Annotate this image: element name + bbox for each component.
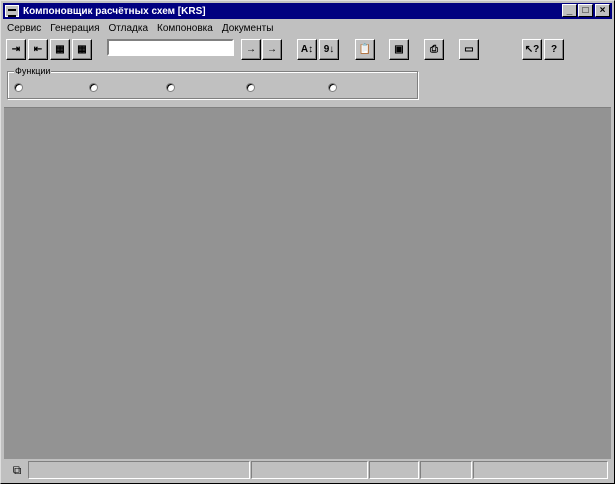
menu-debug[interactable]: Отладка bbox=[105, 23, 154, 34]
search-input[interactable] bbox=[107, 39, 234, 56]
menu-layout[interactable]: Компоновка bbox=[153, 23, 218, 34]
move-up-button[interactable]: → bbox=[262, 39, 282, 60]
toolbar: ⇥ ⇤ ▦ ▦ → → A↕ 9↓ 📋 ▣ ⎙ ▭ ↖? ? bbox=[4, 38, 611, 64]
sort-az-icon: A↕ bbox=[300, 44, 314, 55]
menu-service[interactable]: Сервис bbox=[4, 23, 46, 34]
print-button[interactable]: ⎙ bbox=[424, 39, 444, 60]
move-up-icon: → bbox=[267, 44, 277, 55]
paste-icon: 📋 bbox=[358, 44, 372, 55]
sort-az-button[interactable]: A↕ bbox=[297, 39, 317, 60]
insert-row-icon: ⇥ bbox=[11, 44, 21, 55]
title-bar[interactable]: Компоновщик расчётных схем [KRS] _ □ × bbox=[3, 3, 612, 19]
status-pane-5 bbox=[473, 461, 608, 479]
main-window: Компоновщик расчётных схем [KRS] _ □ × С… bbox=[0, 0, 615, 484]
open-folder-button[interactable]: ▭ bbox=[459, 39, 479, 60]
menu-bar: Сервис Генерация Отладка Компоновка Доку… bbox=[4, 20, 278, 37]
close-button[interactable]: × bbox=[595, 4, 610, 17]
image-icon: ▣ bbox=[394, 44, 404, 55]
open-folder-icon: ▭ bbox=[464, 44, 474, 55]
status-pane-2 bbox=[251, 461, 368, 479]
help-button[interactable]: ? bbox=[544, 39, 564, 60]
table-add-icon: ▦ bbox=[55, 44, 65, 55]
delete-row-button[interactable]: ⇤ bbox=[28, 39, 48, 60]
help-icon: ? bbox=[550, 44, 558, 55]
function-radio-1[interactable] bbox=[14, 83, 23, 92]
caption-buttons: _ □ × bbox=[561, 4, 610, 17]
status-bar: ⧉ bbox=[4, 460, 611, 480]
print-icon: ⎙ bbox=[430, 44, 438, 55]
sort-91-icon: 9↓ bbox=[323, 44, 335, 55]
insert-row-button[interactable]: ⇥ bbox=[6, 39, 26, 60]
book-icon[interactable]: ⧉ bbox=[8, 462, 26, 478]
maximize-button[interactable]: □ bbox=[578, 4, 593, 17]
sort-91-button[interactable]: 9↓ bbox=[319, 39, 339, 60]
functions-legend: Функции bbox=[14, 66, 52, 76]
move-down-icon: → bbox=[246, 44, 256, 55]
paste-button[interactable]: 📋 bbox=[355, 39, 375, 60]
status-pane-4 bbox=[420, 461, 472, 479]
context-help-icon: ↖? bbox=[524, 44, 540, 55]
app-icon[interactable] bbox=[5, 5, 19, 17]
function-radio-4[interactable] bbox=[246, 83, 255, 92]
minimize-button[interactable]: _ bbox=[562, 4, 577, 17]
window-title: Компоновщик расчётных схем [KRS] bbox=[23, 5, 206, 17]
image-button[interactable]: ▣ bbox=[389, 39, 409, 60]
status-pane-1 bbox=[28, 461, 250, 479]
menu-generation[interactable]: Генерация bbox=[46, 23, 104, 34]
table-add-button[interactable]: ▦ bbox=[50, 39, 70, 60]
function-radio-2[interactable] bbox=[89, 83, 98, 92]
function-radio-5[interactable] bbox=[328, 83, 337, 92]
delete-row-icon: ⇤ bbox=[33, 44, 43, 55]
status-pane-3 bbox=[369, 461, 419, 479]
mdi-workspace[interactable] bbox=[4, 107, 611, 459]
context-help-button[interactable]: ↖? bbox=[522, 39, 542, 60]
table-calc-button[interactable]: ▦ bbox=[72, 39, 92, 60]
menu-documents[interactable]: Документы bbox=[218, 23, 279, 34]
functions-group: Функции bbox=[7, 66, 418, 99]
function-radio-3[interactable] bbox=[166, 83, 175, 92]
table-calc-icon: ▦ bbox=[77, 44, 87, 55]
move-down-button[interactable]: → bbox=[241, 39, 261, 60]
